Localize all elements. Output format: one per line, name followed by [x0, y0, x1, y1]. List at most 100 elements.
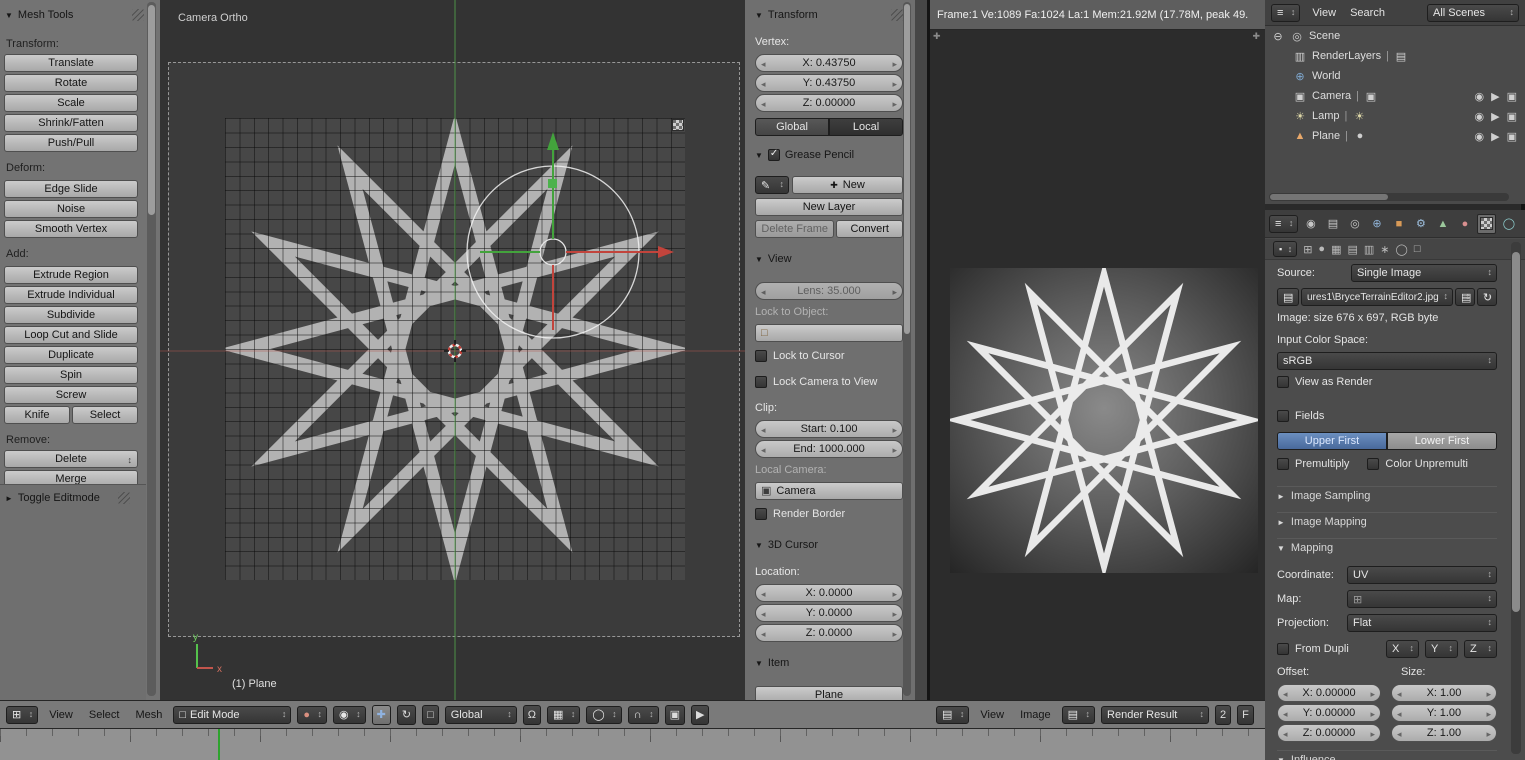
proportional-edit-dropdown[interactable]: ◯ [586, 705, 622, 724]
outliner-search-menu[interactable]: Search [1348, 7, 1387, 19]
render-tab[interactable]: ◉ [1301, 214, 1320, 234]
transform-panel-header[interactable]: ▼ Transform [755, 6, 903, 24]
convert-button[interactable]: Convert [836, 220, 903, 238]
material-tab[interactable]: ● [1455, 214, 1474, 234]
cursor-y-field[interactable]: Y: 0.0000 [755, 604, 903, 622]
panel-drag-widget[interactable] [891, 9, 903, 21]
cursor-z-field[interactable]: Z: 0.0000 [755, 624, 903, 642]
panel-drag-widget[interactable] [132, 9, 144, 21]
panel-drag-widget[interactable] [118, 492, 130, 504]
viewport-shading-dropdown[interactable]: ● [297, 705, 328, 724]
clip-start-field[interactable]: Start: 0.100 [755, 420, 903, 438]
extrude-individual-button[interactable]: Extrude Individual [4, 286, 138, 304]
cursor-panel-header[interactable]: ▼ 3D Cursor [755, 536, 903, 554]
new-layer-button[interactable]: New Layer [755, 198, 903, 216]
object-tab[interactable]: ■ [1389, 214, 1408, 234]
extrude-region-button[interactable]: Extrude Region [4, 266, 138, 284]
lower-first-button[interactable]: Lower First [1387, 432, 1497, 450]
outliner-h-scrollbar-thumb[interactable] [1270, 194, 1388, 200]
texture-tab[interactable] [1477, 213, 1497, 234]
renderable-camera-icon[interactable]: ▣ [1507, 130, 1517, 143]
selectable-arrow-icon[interactable]: ▶ [1491, 90, 1499, 103]
spin-button[interactable]: Spin [4, 366, 138, 384]
vertex-z-field[interactable]: Z: 0.00000 [755, 94, 903, 112]
coordinate-dropdown[interactable]: UV [1347, 566, 1497, 584]
visibility-eye-icon[interactable]: ◉ [1475, 110, 1485, 123]
grease-pencil-new-button[interactable]: ✚ New [792, 176, 903, 194]
image-menu[interactable]: Image [1015, 709, 1056, 721]
offset-x-field[interactable]: X: 0.00000 [1277, 684, 1381, 702]
outliner-item-label[interactable]: Scene [1309, 30, 1340, 42]
outliner-view-menu[interactable]: View [1310, 7, 1338, 19]
source-dropdown[interactable]: Single Image [1351, 264, 1497, 282]
proportional-falloff-dropdown[interactable]: ∩ [627, 705, 659, 724]
shrink-fatten-button[interactable]: Shrink/Fatten [4, 114, 138, 132]
subdivide-button[interactable]: Subdivide [4, 306, 138, 324]
editor-type-dropdown[interactable]: ≡ [1271, 3, 1301, 22]
context-icon[interactable]: ◯ [1396, 243, 1408, 256]
opengl-render-button[interactable]: ▣ [664, 704, 685, 725]
view-as-render-checkbox[interactable] [1277, 376, 1289, 388]
outliner-row-lamp[interactable]: ☀ Lamp | ☀ ◉ ▶ ▣ [1265, 106, 1525, 126]
projection-dropdown[interactable]: Flat [1347, 614, 1497, 632]
upper-first-button[interactable]: Upper First [1277, 432, 1387, 450]
physics-tab[interactable]: ◯ [1499, 214, 1518, 234]
fake-user-button[interactable]: F [1237, 704, 1254, 725]
texture-slot-dropdown[interactable]: ▪ [1273, 241, 1298, 257]
outliner-item-label[interactable]: RenderLayers [1312, 50, 1381, 62]
renderable-camera-icon[interactable]: ▣ [1507, 90, 1517, 103]
from-dupli-checkbox[interactable] [1277, 643, 1289, 655]
manipulator-scale-toggle[interactable]: □ [422, 704, 439, 725]
local-toggle-button[interactable]: Local [829, 118, 903, 136]
image-browse-button[interactable]: ▤ [1277, 288, 1299, 306]
image-path-field[interactable]: ures1\BryceTerrainEditor2.jpg [1301, 288, 1453, 306]
image-editor[interactable]: ✚ ✚ [930, 30, 1265, 700]
mesh-tools-panel-header[interactable]: ▼ Mesh Tools [5, 5, 144, 25]
axis-y-dropdown[interactable]: Y [1425, 640, 1458, 658]
opengl-render-anim-button[interactable]: ▶ [690, 704, 710, 725]
delete-menu-button[interactable]: Delete [4, 450, 138, 468]
n-panel-scrollbar-thumb[interactable] [904, 4, 910, 334]
uv-map-field[interactable]: ⊞ [1347, 590, 1497, 608]
size-x-field[interactable]: X: 1.00 [1391, 684, 1497, 702]
axis-x-dropdown[interactable]: X [1386, 640, 1419, 658]
context-icon[interactable]: ▦ [1331, 243, 1341, 256]
fields-checkbox[interactable] [1277, 410, 1289, 422]
manipulator-translate-toggle[interactable]: ✚ [371, 704, 391, 725]
render-layers-tab[interactable]: ▤ [1323, 214, 1342, 234]
properties-scrollbar-thumb[interactable] [1512, 252, 1520, 612]
timeline-editor[interactable] [0, 728, 1265, 760]
view-panel-header[interactable]: ▼ View [755, 250, 903, 268]
open-file-button[interactable]: ▤ [1455, 288, 1475, 306]
context-icon[interactable]: □ [1414, 243, 1421, 255]
cursor-x-field[interactable]: X: 0.0000 [755, 584, 903, 602]
outliner-item-label[interactable]: Lamp [1312, 110, 1340, 122]
grease-pencil-draw-dropdown[interactable]: ✎ [755, 176, 789, 194]
collapse-minus-icon[interactable]: ⊖ [1271, 30, 1285, 43]
lens-field[interactable]: Lens: 35.000 [755, 282, 903, 300]
item-name-field[interactable]: Plane [755, 686, 903, 700]
duplicate-button[interactable]: Duplicate [4, 346, 138, 364]
context-icon[interactable]: ⊞ [1303, 243, 1312, 256]
grease-pencil-panel-header[interactable]: ▼ Grease Pencil [755, 146, 903, 164]
select-button[interactable]: Select [72, 406, 138, 424]
outliner-item-label[interactable]: Camera [1312, 90, 1351, 102]
screw-button[interactable]: Screw [4, 386, 138, 404]
visibility-eye-icon[interactable]: ◉ [1475, 90, 1485, 103]
image-name-field[interactable]: Render Result [1101, 705, 1210, 724]
lock-to-cursor-checkbox[interactable] [755, 350, 767, 362]
render-slot-button[interactable]: 2 [1215, 704, 1232, 725]
translate-button[interactable]: Translate [4, 54, 138, 72]
outliner-row-renderlayers[interactable]: ▥ RenderLayers | ▤ [1265, 46, 1525, 66]
global-toggle-button[interactable]: Global [755, 118, 829, 136]
clip-end-field[interactable]: End: 1000.000 [755, 440, 903, 458]
selectable-arrow-icon[interactable]: ▶ [1491, 130, 1499, 143]
vertex-x-field[interactable]: X: 0.43750 [755, 54, 903, 72]
outliner-row-scene[interactable]: ⊖ ◎ Scene [1265, 26, 1525, 46]
influence-panel-header[interactable]: ▼ Influence [1277, 750, 1497, 760]
outliner-row-world[interactable]: ⊕ World [1265, 66, 1525, 86]
lock-camera-checkbox[interactable] [755, 376, 767, 388]
context-icon[interactable]: ● [1318, 243, 1325, 255]
scene-tab[interactable]: ◎ [1345, 214, 1364, 234]
smooth-vertex-button[interactable]: Smooth Vertex [4, 220, 138, 238]
